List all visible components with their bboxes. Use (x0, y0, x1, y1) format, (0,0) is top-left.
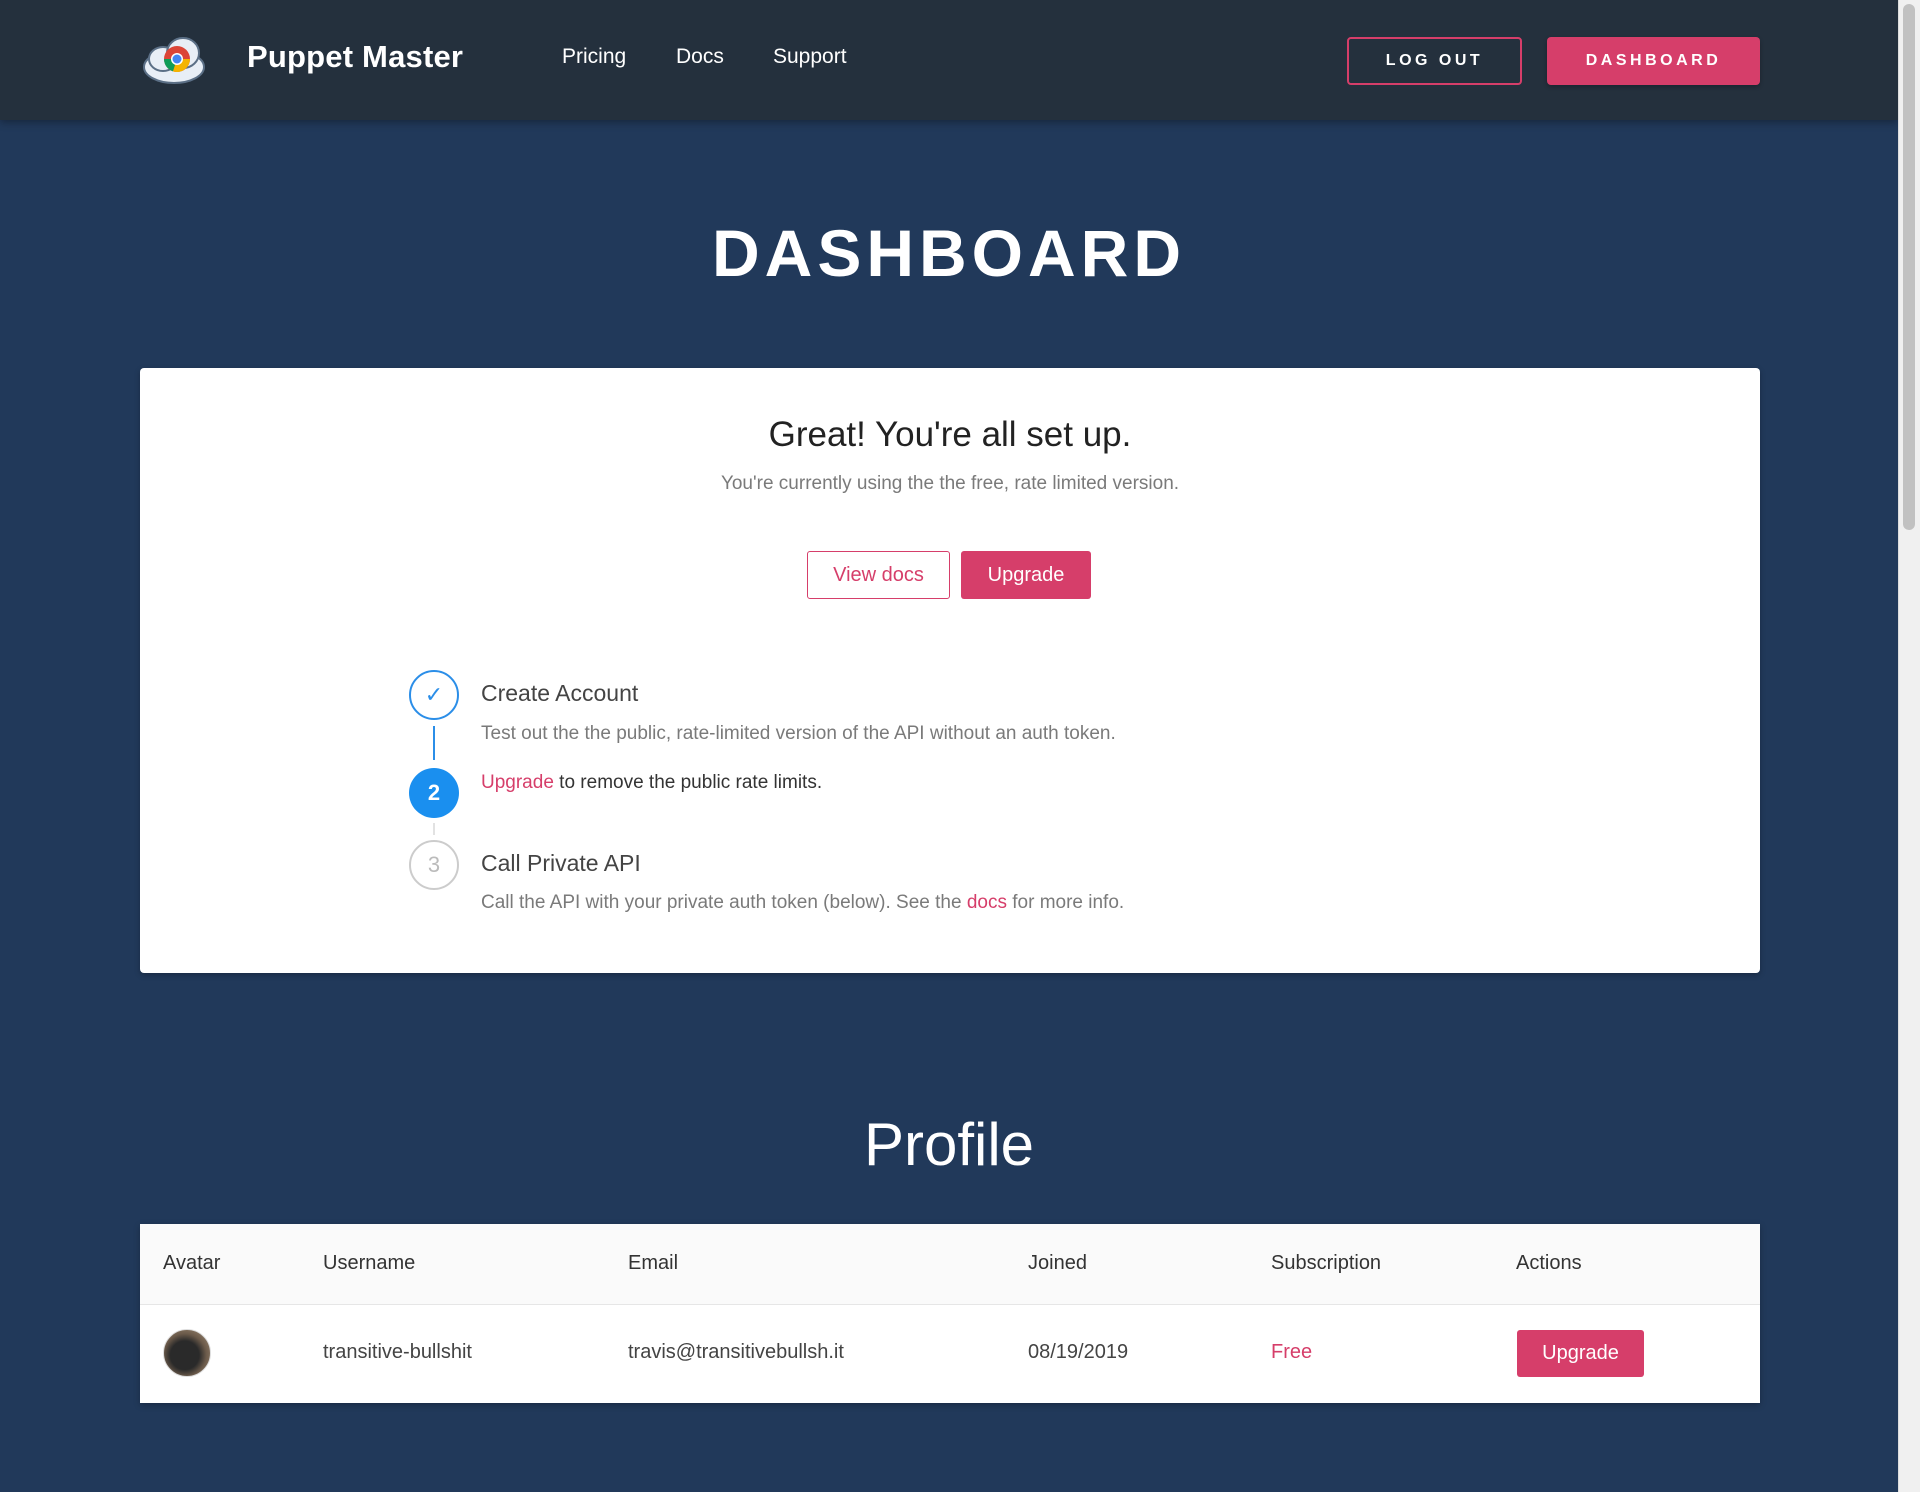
dashboard-button[interactable]: DASHBOARD (1547, 37, 1760, 85)
avatar (163, 1329, 211, 1377)
step-2-text: Upgrade to remove the public rate limits… (481, 772, 822, 794)
step-1-description: Test out the the public, rate-limited ve… (481, 723, 1116, 744)
nav-link-support[interactable]: Support (773, 45, 847, 69)
username-cell: transitive-bullshit (323, 1341, 472, 1363)
setup-heading: Great! You're all set up. (768, 415, 1132, 454)
view-docs-button[interactable]: View docs (807, 551, 950, 599)
step-3-description: Call the API with your private auth toke… (481, 892, 1124, 914)
column-header-actions: Actions (1516, 1252, 1582, 1274)
top-navbar: Puppet Master Pricing Docs Support LOG O… (0, 0, 1898, 120)
setup-subtitle: You're currently using the the free, rat… (720, 473, 1180, 494)
step-2-label: to remove the public rate limits. (553, 772, 823, 793)
subscription-badge: Free (1271, 1341, 1313, 1363)
column-header-subscription: Subscription (1271, 1252, 1382, 1274)
step-1-check-icon: ✓ (409, 670, 459, 720)
joined-cell: 08/19/2019 (1028, 1341, 1129, 1363)
puppet-master-logo-icon[interactable] (141, 31, 207, 87)
scrollbar-thumb[interactable] (1903, 4, 1915, 530)
nav-link-docs[interactable]: Docs (676, 45, 724, 69)
column-header-username: Username (323, 1252, 416, 1274)
page: Puppet Master Pricing Docs Support LOG O… (0, 0, 1920, 1492)
profile-title: Profile (863, 1111, 1035, 1178)
step-connector (433, 823, 435, 835)
profile-table: Avatar Username Email Joined Subscriptio… (140, 1224, 1760, 1403)
step-1-title: Create Account (481, 680, 639, 706)
step-3-description-text: Call the API with your private auth toke… (481, 892, 967, 913)
setup-card: Great! You're all set up. You're current… (140, 368, 1760, 973)
step-2-marker: 2 (409, 768, 459, 818)
logout-button[interactable]: LOG OUT (1347, 37, 1522, 85)
upgrade-button[interactable]: Upgrade (961, 551, 1091, 599)
column-header-email: Email (628, 1252, 679, 1274)
step-connector (433, 726, 435, 760)
column-header-joined: Joined (1028, 1252, 1087, 1274)
email-cell: travis@transitivebullsh.it (628, 1341, 844, 1363)
table-upgrade-button[interactable]: Upgrade (1517, 1330, 1644, 1377)
nav-link-pricing[interactable]: Pricing (562, 45, 626, 69)
step-3-marker: 3 (409, 840, 459, 890)
page-title: DASHBOARD (712, 216, 1186, 290)
step-3-title: Call Private API (481, 850, 641, 876)
table-header: Avatar Username Email Joined Subscriptio… (140, 1224, 1760, 1305)
column-header-avatar: Avatar (163, 1252, 221, 1274)
brand-name[interactable]: Puppet Master (247, 39, 463, 75)
step-3-docs-link[interactable]: docs (967, 892, 1007, 913)
step-3-description-tail: for more info. (1006, 892, 1125, 913)
step-2-upgrade-link[interactable]: Upgrade (481, 772, 554, 793)
